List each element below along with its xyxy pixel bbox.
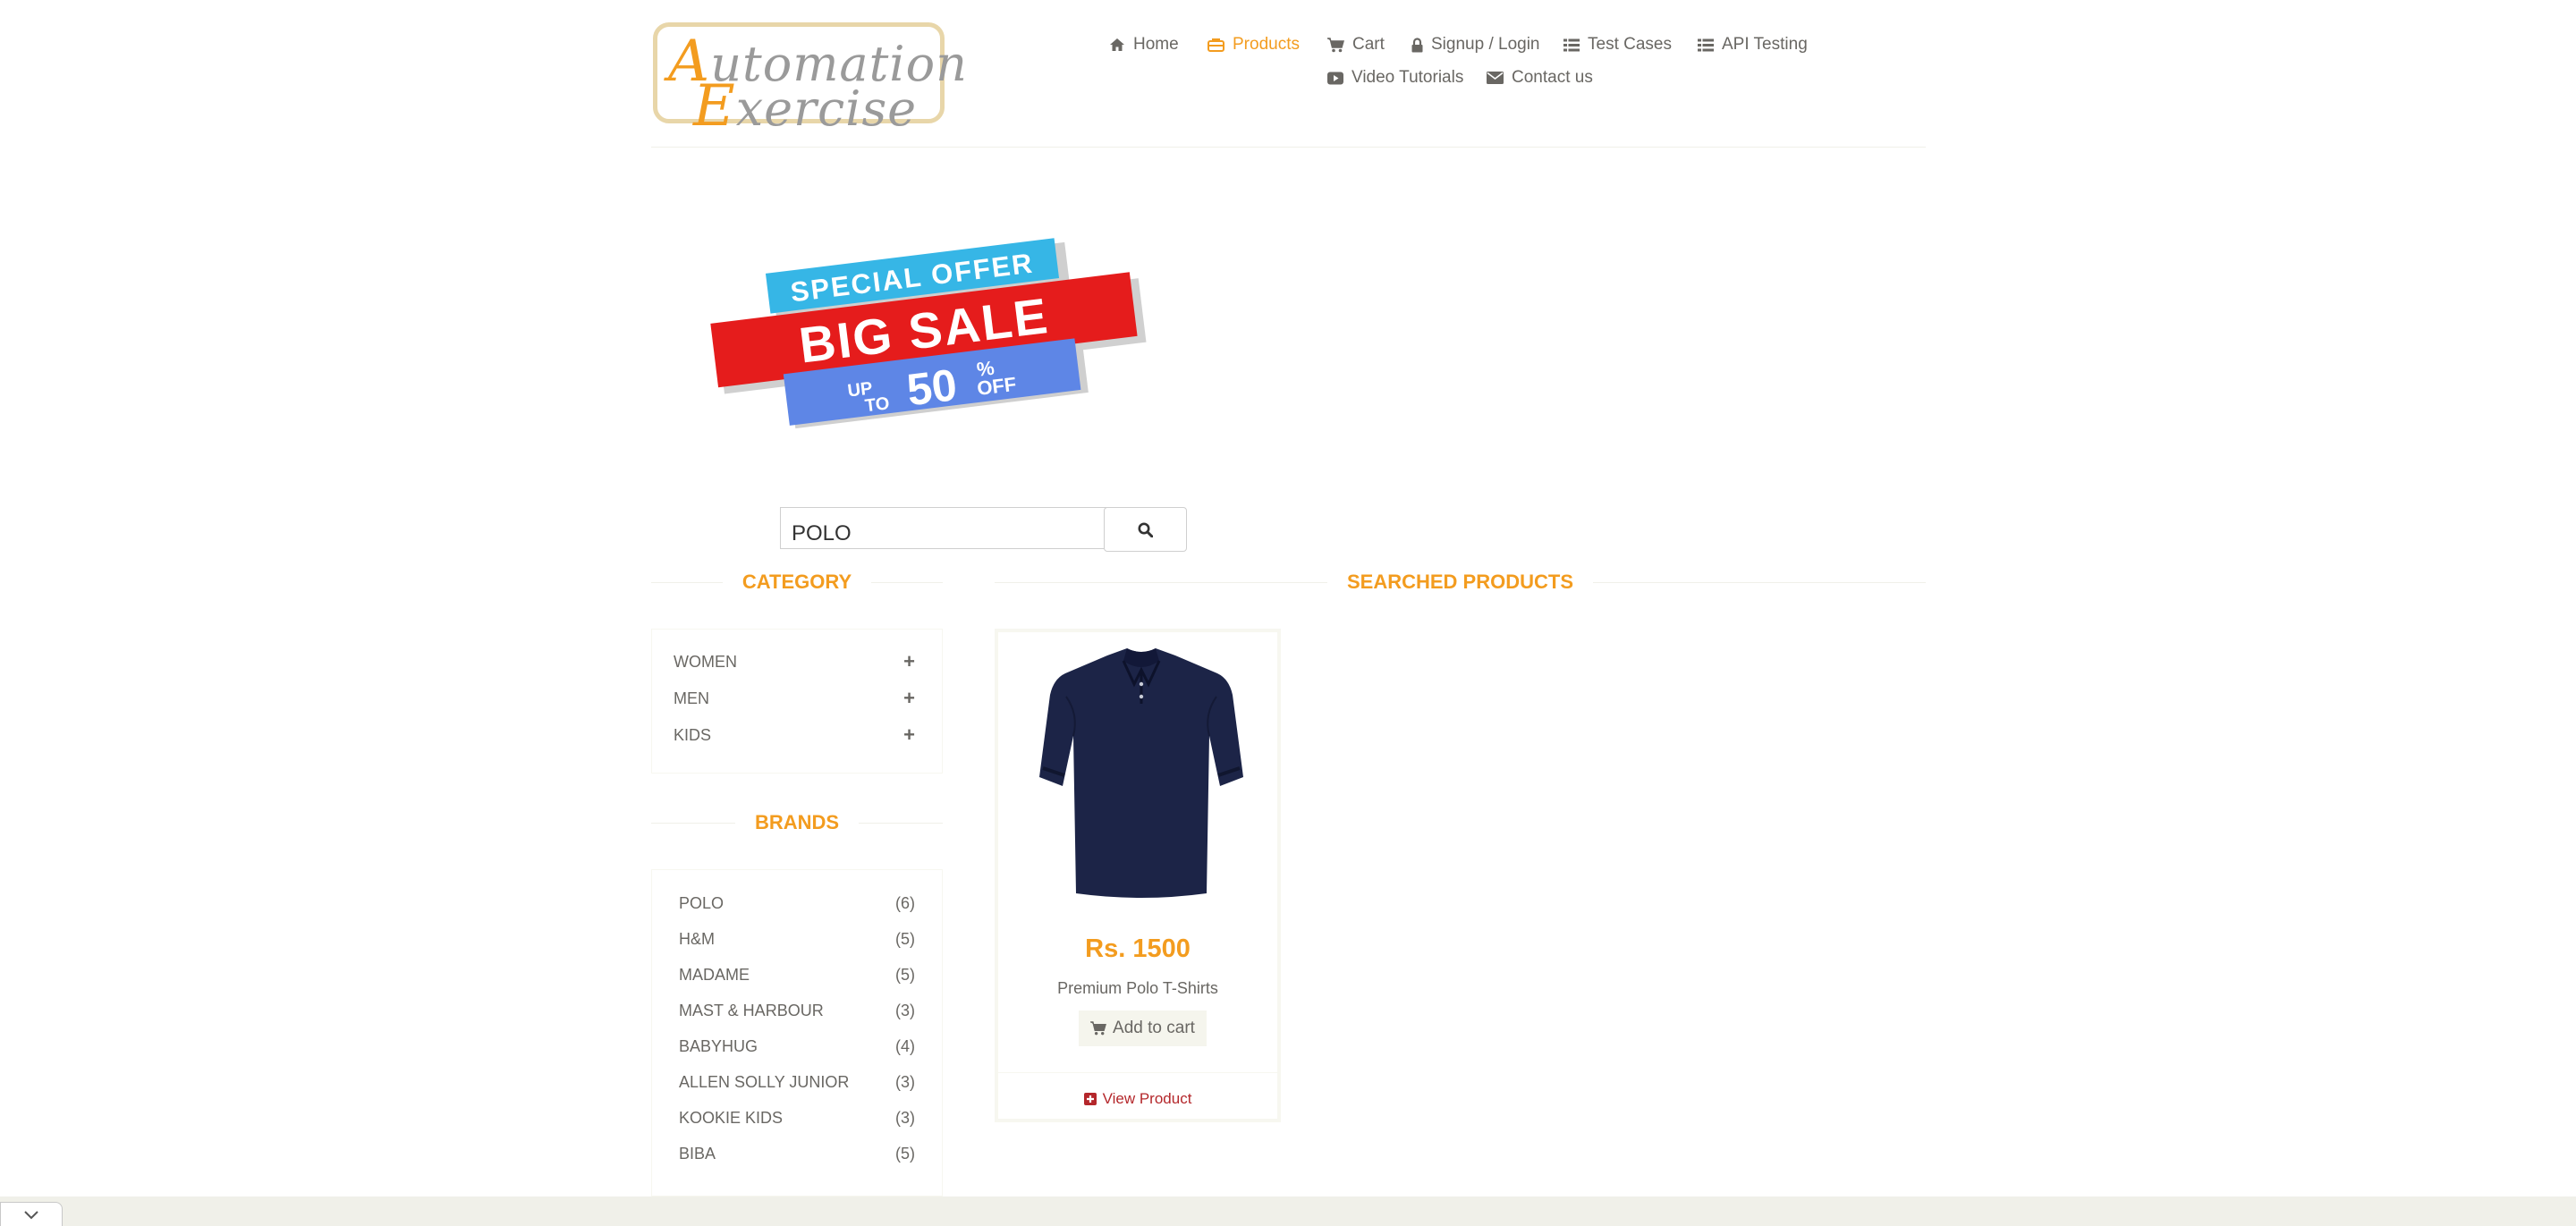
envelope-icon — [1487, 72, 1504, 84]
brand-name: BABYHUG — [679, 1037, 758, 1055]
list-icon — [1563, 38, 1580, 51]
category-item-kids[interactable]: KIDS + — [674, 725, 915, 745]
brand-name: BIBA — [679, 1145, 716, 1163]
view-product-label: View Product — [1102, 1090, 1192, 1107]
brand-count: (3) — [895, 1073, 915, 1091]
logo-line-2: Exercise — [693, 73, 918, 140]
nav-signup-login[interactable]: Signup / Login — [1411, 35, 1540, 55]
youtube-play-icon — [1327, 72, 1343, 84]
nav-products[interactable]: Products — [1208, 35, 1300, 55]
brand-count: (5) — [895, 930, 915, 948]
product-image — [1039, 648, 1243, 898]
nav-home-label: Home — [1133, 35, 1179, 54]
product-card: Rs. 1500 Premium Polo T-Shirts Add to ca… — [995, 629, 1281, 1122]
nav-home[interactable]: Home — [1109, 35, 1179, 55]
brand-name: KOOKIE KIDS — [679, 1109, 784, 1127]
sale-banner: SPECIAL OFFER BIG SALE UP TO 50 % OFF — [710, 238, 1147, 429]
site-logo[interactable]: Automation Exercise — [653, 22, 967, 140]
add-to-cart-button[interactable]: Add to cart — [1079, 1010, 1207, 1046]
nav-api-testing[interactable]: API Testing — [1698, 35, 1808, 55]
nav-contact-us[interactable]: Contact us — [1487, 68, 1593, 88]
header-divider — [651, 147, 1926, 148]
home-icon — [1110, 38, 1124, 51]
banner-percent-value: 50 — [904, 359, 960, 415]
nav-video-tutorials[interactable]: Video Tutorials — [1327, 68, 1463, 88]
plus-icon[interactable]: + — [903, 725, 915, 745]
bottom-bar — [0, 1196, 2576, 1226]
brand-name: ALLEN SOLLY JUNIOR — [679, 1073, 850, 1091]
add-to-cart-label: Add to cart — [1113, 1019, 1195, 1037]
nav-signup-login-label: Signup / Login — [1431, 35, 1540, 54]
brand-item-mast-harbour[interactable]: MAST & HARBOUR (3) — [679, 1002, 915, 1020]
brand-item-kookie-kids[interactable]: KOOKIE KIDS (3) — [679, 1109, 915, 1128]
brand-count: (5) — [895, 1145, 915, 1163]
banner-off-text: OFF — [976, 373, 1018, 400]
nav-test-cases-label: Test Cases — [1588, 35, 1672, 54]
brands-title: BRANDS — [651, 811, 943, 834]
brands-panel: POLO (6) H&M (5) MADAME (5) MAST & HARBOUR (… — [651, 869, 943, 1196]
search-button[interactable] — [1104, 507, 1187, 552]
nav-products-label: Products — [1233, 35, 1300, 54]
brand-item-babyhug[interactable]: BABYHUG (4) — [679, 1037, 915, 1056]
search-product-input[interactable] — [780, 507, 1107, 549]
brand-name: MADAME — [679, 966, 750, 984]
nav-api-testing-label: API Testing — [1722, 35, 1808, 54]
brand-name: MAST & HARBOUR — [679, 1002, 824, 1019]
plus-icon[interactable]: + — [903, 689, 915, 708]
searched-products-title: SEARCHED PRODUCTS — [995, 571, 1926, 594]
cart-icon — [1327, 37, 1344, 52]
category-item-women[interactable]: WOMEN + — [674, 652, 915, 672]
chevron-down-icon — [24, 1210, 38, 1219]
nav-test-cases[interactable]: Test Cases — [1563, 35, 1672, 55]
category-item-label: KIDS — [674, 725, 712, 744]
category-item-label: MEN — [674, 689, 709, 707]
lock-icon — [1411, 37, 1423, 52]
search-icon — [1138, 522, 1153, 537]
nav-cart-label: Cart — [1352, 35, 1385, 54]
product-price: Rs. 1500 — [1085, 934, 1191, 963]
view-product-link[interactable]: View Product — [998, 1090, 1277, 1108]
brand-count: (3) — [895, 1002, 915, 1019]
list-icon — [1698, 38, 1714, 51]
brand-name: POLO — [679, 894, 724, 912]
product-name: Premium Polo T-Shirts — [1057, 979, 1218, 997]
cart-icon — [1090, 1021, 1106, 1036]
category-item-men[interactable]: MEN + — [674, 689, 915, 708]
brand-item-allen-solly-junior[interactable]: ALLEN SOLLY JUNIOR (3) — [679, 1073, 915, 1092]
banner-to-text: TO — [864, 393, 891, 416]
plus-icon[interactable]: + — [903, 652, 915, 672]
brand-item-madame[interactable]: MADAME (5) — [679, 966, 915, 985]
brand-count: (6) — [895, 894, 915, 912]
card-divider — [998, 1072, 1277, 1073]
nav-contact-us-label: Contact us — [1512, 68, 1593, 87]
shopping-bag-icon — [1208, 38, 1224, 52]
brand-item-hm[interactable]: H&M (5) — [679, 930, 915, 949]
category-panel: WOMEN + MEN + KIDS + — [651, 629, 943, 774]
nav-video-tutorials-label: Video Tutorials — [1352, 68, 1464, 87]
brand-item-polo[interactable]: POLO (6) — [679, 894, 915, 913]
category-title: CATEGORY — [651, 571, 944, 594]
brand-count: (3) — [895, 1109, 915, 1127]
brand-name: H&M — [679, 930, 715, 948]
category-item-label: WOMEN — [674, 652, 737, 671]
brand-count: (5) — [895, 966, 915, 984]
collapse-toggle[interactable] — [0, 1202, 63, 1226]
nav-cart[interactable]: Cart — [1327, 35, 1385, 55]
brand-item-biba[interactable]: BIBA (5) — [679, 1145, 915, 1163]
brand-count: (4) — [895, 1037, 915, 1055]
plus-square-icon — [1083, 1093, 1097, 1105]
